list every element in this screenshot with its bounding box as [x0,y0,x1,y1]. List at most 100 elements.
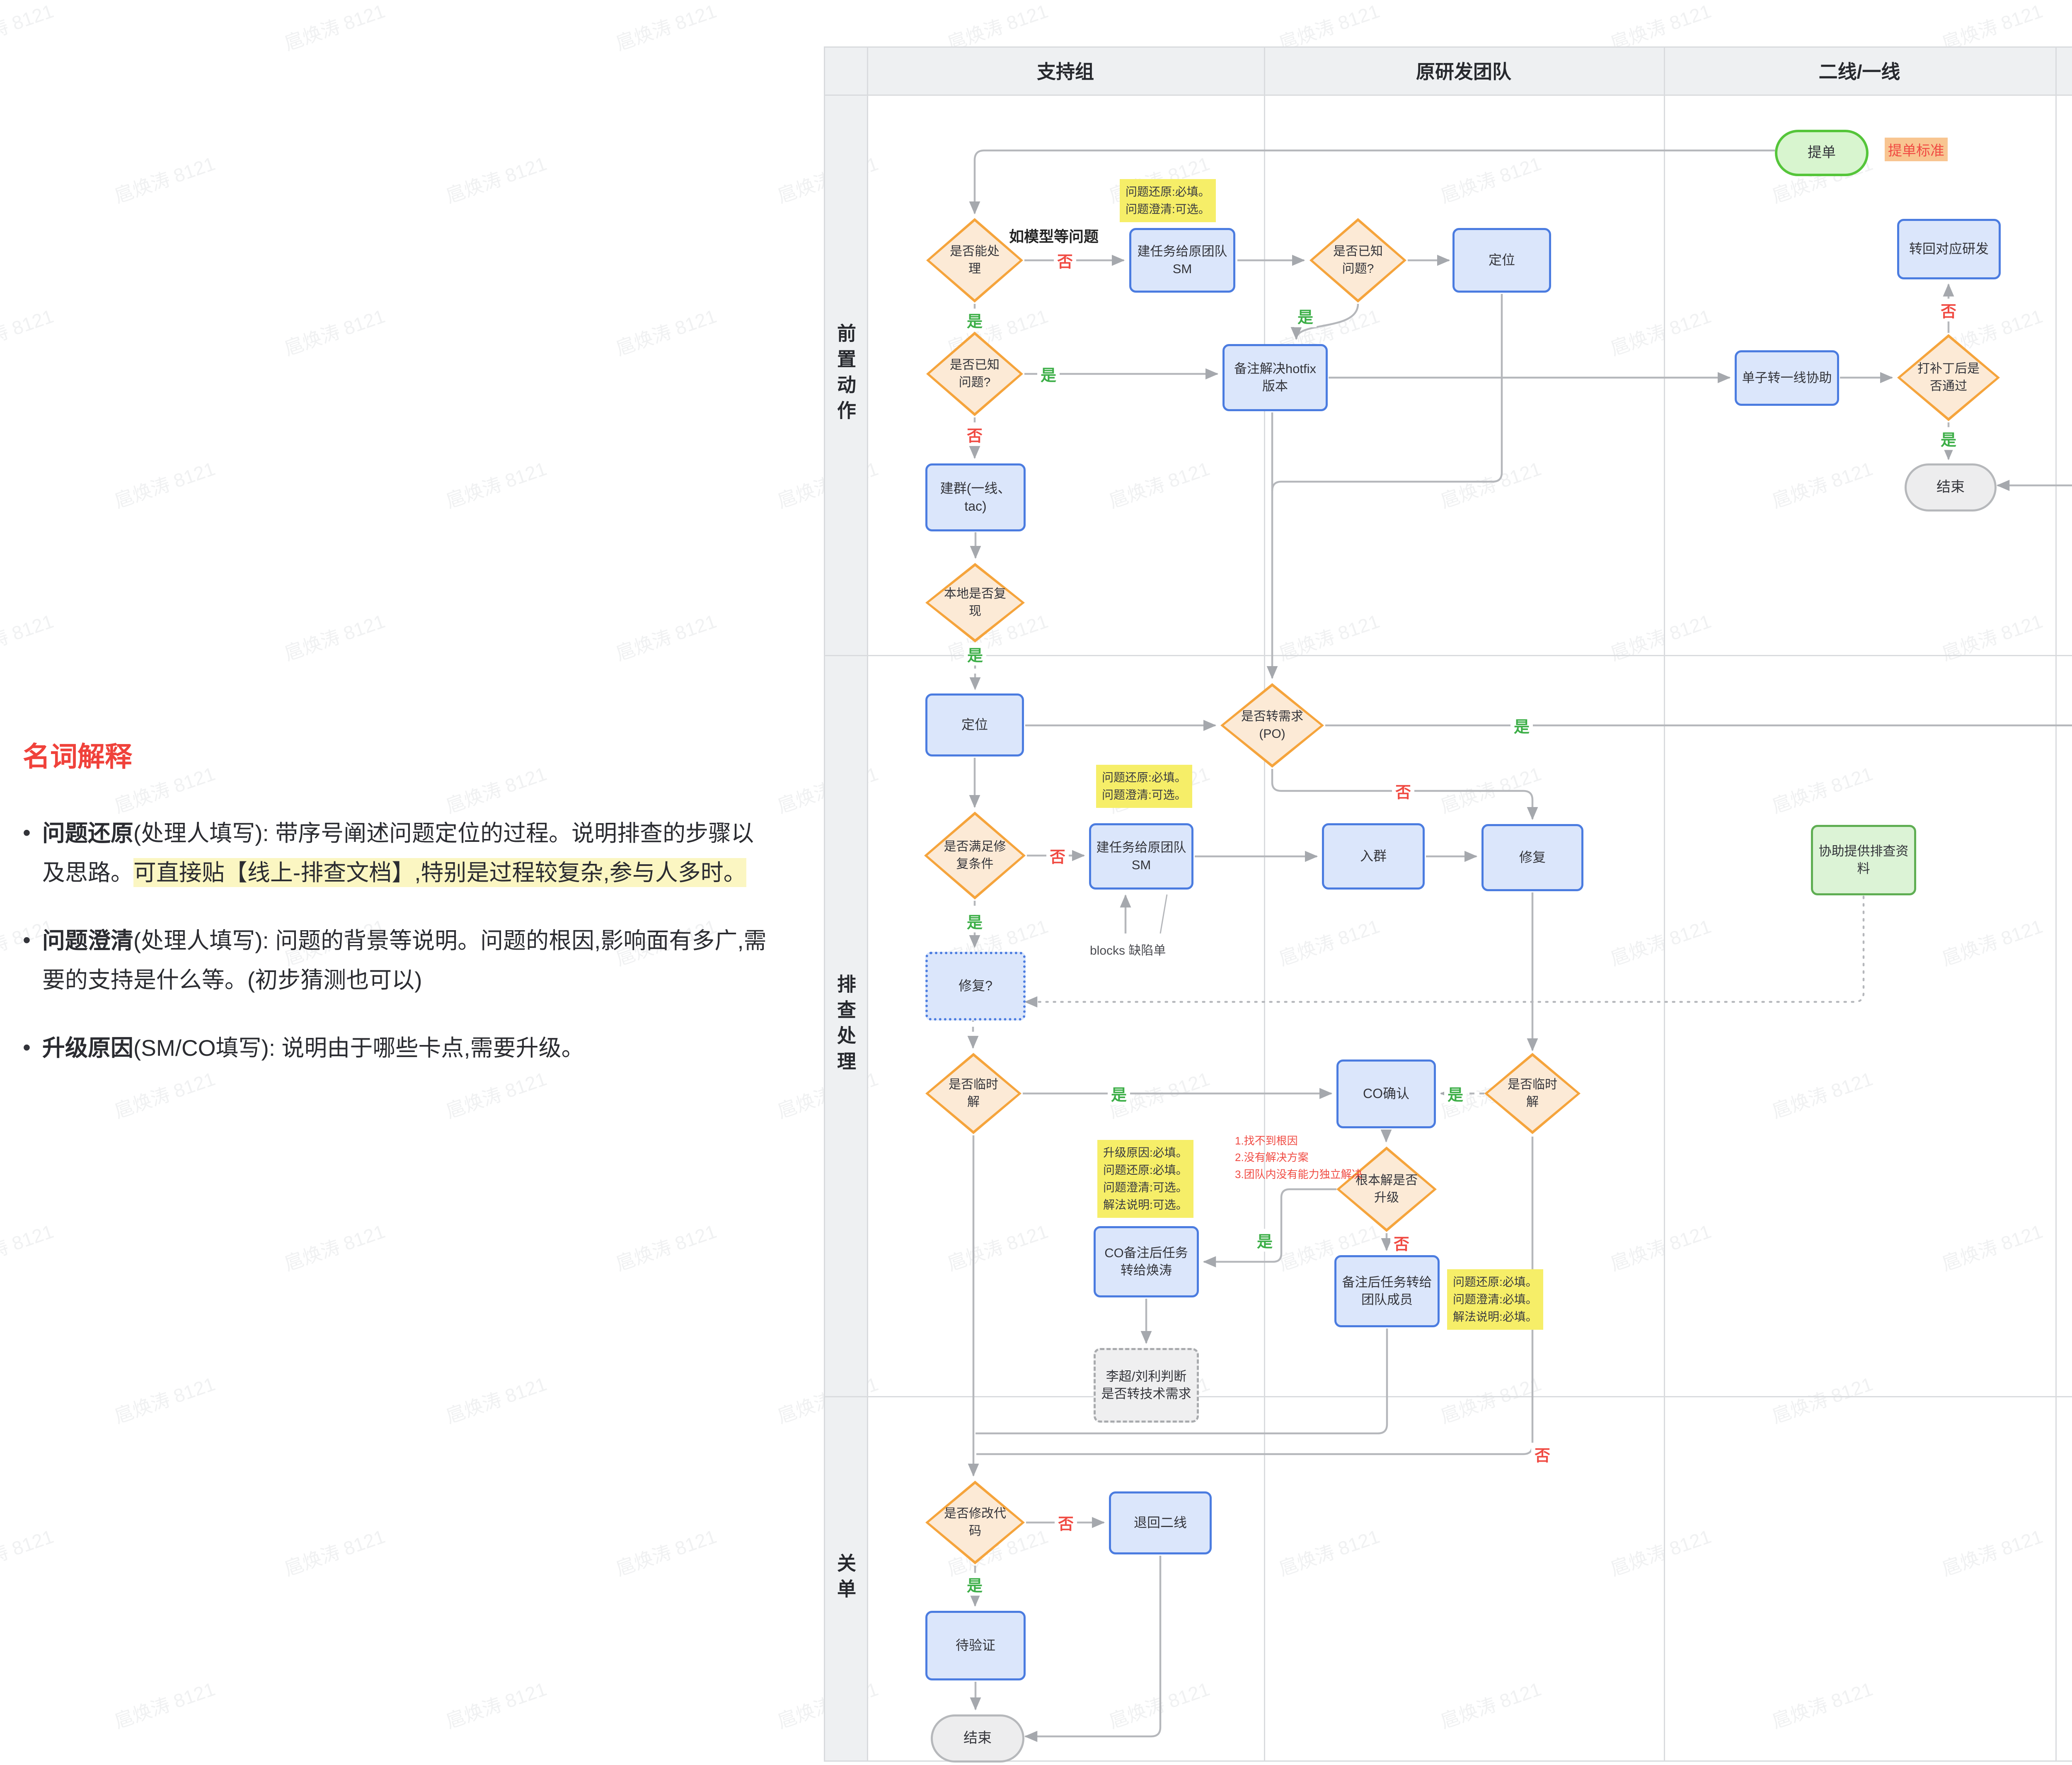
node-label: 提单 [1808,143,1836,162]
end-node-bottom[interactable]: 结束 [931,1714,1024,1763]
task-join-group[interactable]: 入群 [1322,823,1425,890]
task-return-secondline[interactable]: 退回二线 [1109,1491,1212,1554]
note-line: 问题还原:必填。 [1102,769,1186,786]
decision-temp-solution-left[interactable]: 是否临时解 [925,1053,1021,1134]
node-label: 建任务给原团队SM [1095,839,1187,874]
glossary-item: • 升级原因(SM/CO填写): 说明由于哪些卡点,需要升级。 [23,1028,769,1068]
node-label: 是否满足修复条件 [942,838,1007,873]
node-label: 建群(一线、tac) [932,480,1019,515]
glossary-term: 升级原因 [42,1035,133,1061]
glossary-body: (SM/CO填写): 说明由于哪些卡点,需要升级。 [133,1035,584,1061]
edge-label-yes: 是 [1444,1082,1467,1105]
bullet-icon: • [23,921,31,999]
node-label: 李超/刘利判断是否转技术需求 [1100,1368,1193,1403]
edge-label-yes: 是 [1937,427,1960,450]
node-label: 转回对应研发 [1909,240,1989,258]
task-lichao-liuli-judge[interactable]: 李超/刘利判断是否转技术需求 [1094,1348,1199,1423]
glossary-panel: 名词解释 • 问题还原(处理人填写): 带序号阐述问题定位的过程。说明排查的步骤… [23,735,769,1097]
edge-label-no: 否 [1392,780,1414,802]
node-label: 定位 [1489,251,1515,269]
task-note-transfer-team-member[interactable]: 备注后任务转给团队成员 [1334,1255,1440,1327]
node-label: 备注后任务转给团队成员 [1341,1274,1433,1309]
glossary-text: 问题澄清(处理人填写): 问题的背景等说明。问题的根因,影响面有多广,需要的支持… [42,921,769,999]
node-label: 修复? [959,977,992,995]
note-line: 解法说明:可选。 [1103,1196,1188,1214]
node-label: 是否已知问题? [944,356,1006,391]
task-co-confirm[interactable]: CO确认 [1336,1059,1436,1128]
note-line: 升级原因:必填。 [1103,1144,1188,1161]
note-line: 问题澄清:可选。 [1126,201,1210,218]
note-restore-optional: 问题还原:必填。 问题澄清:可选。 [1120,179,1216,222]
node-label: 是否已知问题? [1327,243,1389,278]
red-reason-line: 1.找不到根因 [1235,1132,1363,1149]
task-pending-verify[interactable]: 待验证 [925,1611,1026,1680]
node-label: 根本解是否升级 [1355,1172,1419,1207]
glossary-highlight: 可直接贴【线上-排查文档】,特别是过程较复杂,参与人多时。 [133,858,746,887]
node-label: 是否修改代码 [943,1505,1007,1540]
decision-local-reproduce[interactable]: 本地是否复现 [925,563,1025,642]
page-canvas: 扈焕涛 8121扈焕涛 8121扈焕涛 8121扈焕涛 8121扈焕涛 8121… [0,0,2072,1765]
edge-label-yes: 是 [1254,1229,1276,1252]
note-line: 问题澄清:必填。 [1453,1291,1537,1308]
decision-fix-conditions-met[interactable]: 是否满足修复条件 [924,812,1026,899]
glossary-text: 升级原因(SM/CO填写): 说明由于哪些卡点,需要升级。 [42,1028,584,1068]
task-create-for-team-sm-1[interactable]: 建任务给原团队SM [1129,228,1235,293]
edge-label-yes: 是 [1108,1082,1130,1105]
bullet-icon: • [23,814,31,892]
task-fixed-question[interactable]: 修复? [925,952,1026,1021]
edge-label-yes: 是 [1510,714,1533,737]
decision-can-handle[interactable]: 是否能处理 [926,218,1023,303]
task-note-hotfix-version[interactable]: 备注解决hotfix版本 [1222,344,1328,411]
end-node-top[interactable]: 结束 [1905,463,1997,512]
node-label: 本地是否复现 [943,585,1007,620]
decision-temp-solution-right[interactable]: 是否临时解 [1484,1053,1581,1134]
edge-label-no: 否 [1390,1232,1413,1254]
note-line: 问题还原:必填。 [1453,1273,1537,1291]
node-label: 修复 [1519,849,1546,866]
node-label: 是否能处理 [944,243,1006,278]
task-create-group[interactable]: 建群(一线、tac) [925,463,1026,531]
bullet-icon: • [23,1028,31,1068]
edge-label-yes: 是 [963,910,986,933]
edge-label-no: 否 [1055,1511,1077,1534]
decision-known-issue-1[interactable]: 是否已知问题? [1310,218,1406,303]
ticket-standard-tag: 提单标准 [1885,138,1948,161]
task-transfer-firstline-assist[interactable]: 单子转一线协助 [1735,350,1839,406]
decision-code-changed[interactable]: 是否修改代码 [925,1481,1025,1564]
node-label: 备注解决hotfix版本 [1229,360,1322,395]
node-label: 定位 [961,716,988,734]
start-node-submit-ticket[interactable]: 提单 [1775,130,1869,176]
edge-label-yes: 是 [963,1573,986,1596]
glossary-body: (处理人填写): 问题的背景等说明。问题的根因,影响面有多广,需要的支持是什么等… [42,928,767,993]
node-label: 入群 [1360,847,1387,865]
decision-patch-passed[interactable]: 打补丁后是否通过 [1897,334,2000,421]
task-assist-provide-materials[interactable]: 协助提供排查资料 [1811,825,1916,895]
note-restore-optional-2: 问题还原:必填。 问题澄清:可选。 [1096,765,1192,808]
edge-label-no: 否 [1937,299,1960,322]
task-locate-2[interactable]: 定位 [925,693,1024,756]
node-label: 是否转需求(PO) [1239,708,1305,743]
node-label: 打补丁后是否通过 [1916,360,1982,395]
glossary-term: 问题澄清 [42,928,133,953]
note-upgrade-fields: 升级原因:必填。 问题还原:必填。 问题澄清:可选。 解法说明:可选。 [1097,1140,1193,1218]
task-create-for-team-sm-2[interactable]: 建任务给原团队SM [1089,823,1193,890]
task-return-to-dev[interactable]: 转回对应研发 [1897,219,2001,279]
task-co-note-transfer-huantao[interactable]: CO备注后任务转给焕涛 [1094,1226,1199,1297]
edge-label-yes: 是 [963,309,986,332]
node-label: 是否临时解 [943,1076,1004,1111]
node-label: 协助提供排查资料 [1817,843,1910,878]
node-label: 结束 [1936,478,1965,497]
edge-label-no: 否 [1531,1443,1554,1466]
blocks-defect-annotation: blocks 缺陷单 [1090,940,1166,958]
node-label: 是否临时解 [1502,1076,1563,1111]
task-locate-1[interactable]: 定位 [1452,228,1551,293]
decision-convert-requirement[interactable]: 是否转需求(PO) [1220,683,1324,768]
glossary-text: 问题还原(处理人填写): 带序号阐述问题定位的过程。说明排查的步骤以及思路。可直… [42,814,769,892]
note-line: 解法说明:必填。 [1453,1308,1537,1326]
model-issue-annotation: 如模型等问题 [1009,225,1099,246]
edge-label-yes: 是 [964,643,986,666]
glossary-term: 问题还原 [42,820,133,846]
decision-known-issue-2[interactable]: 是否已知问题? [926,332,1023,416]
glossary-item: • 问题还原(处理人填写): 带序号阐述问题定位的过程。说明排查的步骤以及思路。… [23,814,769,892]
task-fix[interactable]: 修复 [1481,824,1583,891]
